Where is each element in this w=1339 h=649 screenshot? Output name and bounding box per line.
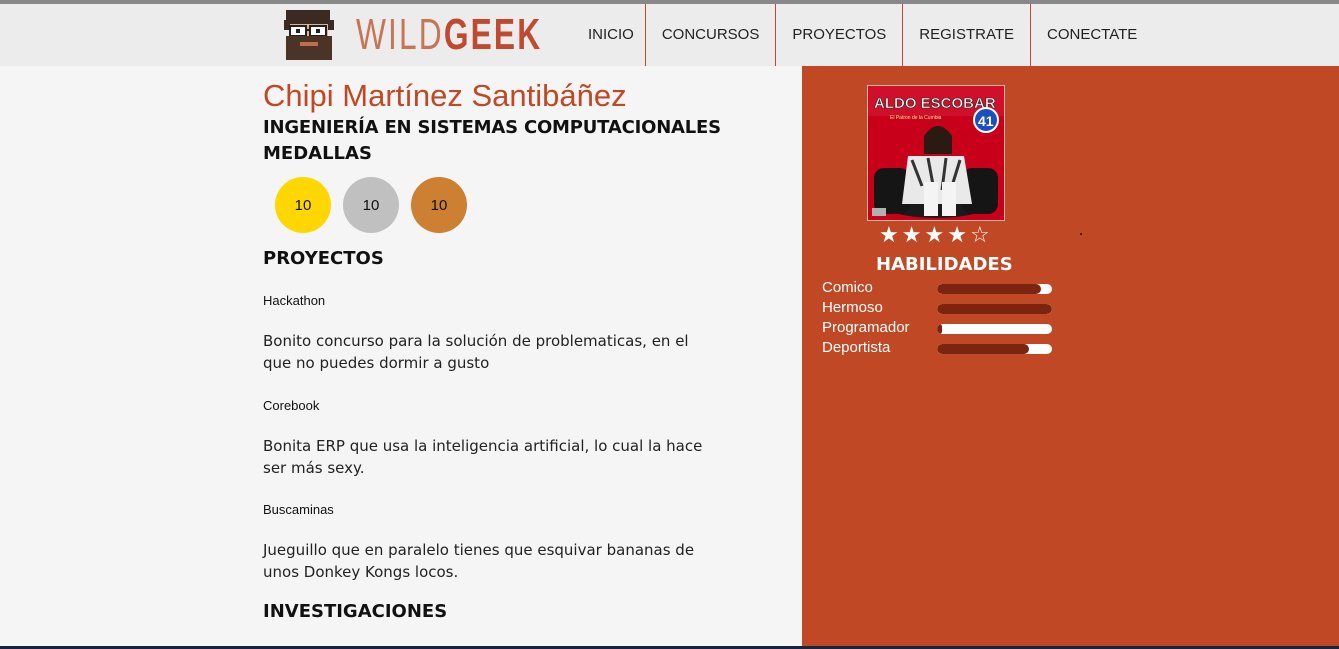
skill-row: Hermoso — [822, 299, 1062, 319]
nav-concursos[interactable]: CONCURSOS — [644, 4, 776, 66]
skill-bar — [937, 284, 1052, 294]
profile-career: INGENIERÍA EN SISTEMAS COMPUTACIONALES — [263, 117, 721, 138]
star-empty-icon[interactable]: ☆ — [970, 223, 990, 249]
star-filled-icon[interactable]: ★ — [947, 223, 967, 249]
geek-face-icon[interactable] — [280, 6, 338, 64]
skill-bar-fill — [937, 324, 942, 334]
skill-row: Comico — [822, 279, 1062, 299]
album-number: 41 — [978, 113, 994, 129]
skill-bar-fill — [937, 284, 1041, 294]
skill-bar — [937, 304, 1052, 314]
album-cover-image: ALDO ESCOBAR El Patron de la Cumbia 41 — [868, 86, 1004, 220]
bronze-medal: 10 — [411, 177, 467, 233]
album-title: ALDO ESCOBAR — [874, 95, 996, 112]
project-title-buscaminas[interactable]: Buscaminas — [263, 502, 334, 517]
logo-geek: GEEK — [443, 10, 543, 59]
skill-label: Deportista — [822, 339, 891, 356]
research-heading: INVESTIGACIONES — [263, 601, 448, 622]
project-title-hackathon[interactable]: Hackathon — [263, 293, 325, 308]
star-filled-icon[interactable]: ★ — [902, 223, 922, 249]
skill-label: Comico — [822, 279, 873, 296]
album-subtitle: El Patron de la Cumbia — [890, 115, 942, 121]
silver-medal: 10 — [343, 177, 399, 233]
star-filled-icon[interactable]: ★ — [879, 223, 899, 249]
nav-proyectos[interactable]: PROYECTOS — [775, 4, 902, 66]
project-desc-hackathon: Bonito concurso para la solución de prob… — [263, 332, 689, 372]
skill-bar — [937, 324, 1052, 334]
main-nav: INICIO CONCURSOS PROYECTOS REGISTRATE CO… — [578, 4, 1153, 66]
project-desc-corebook: Bonita ERP que usa la inteligencia artif… — [263, 437, 703, 477]
project-title-corebook[interactable]: Corebook — [263, 398, 319, 413]
nav-conectate[interactable]: CONECTATE — [1030, 4, 1153, 66]
nav-inicio[interactable]: INICIO — [578, 4, 645, 66]
profile-avatar[interactable]: ALDO ESCOBAR El Patron de la Cumbia 41 — [867, 85, 1005, 221]
profile-name: Chipi Martínez Santibáñez — [263, 78, 627, 113]
skills-heading: HABILIDADES — [876, 254, 1013, 275]
skill-bar-fill — [937, 304, 1052, 314]
projects-heading: PROYECTOS — [263, 248, 384, 269]
logo-wild: WILD — [356, 10, 444, 59]
stray-dot — [1080, 233, 1082, 235]
logo[interactable]: WILDGEEK — [356, 10, 542, 60]
skill-bar — [937, 344, 1052, 354]
project-desc-buscaminas: Jueguillo que en paralelo tienes que esq… — [263, 541, 695, 581]
medals-heading: MEDALLAS — [263, 143, 372, 164]
skill-row: Deportista — [822, 339, 1062, 359]
header: WILDGEEK INICIO CONCURSOS PROYECTOS REGI… — [0, 4, 1339, 66]
skill-row: Programador — [822, 319, 1062, 339]
nav-registrate[interactable]: REGISTRATE — [902, 4, 1030, 66]
star-filled-icon[interactable]: ★ — [924, 223, 944, 249]
skill-bar-fill — [937, 344, 1029, 354]
skill-label: Hermoso — [822, 299, 883, 316]
rating-stars: ★ ★ ★ ★ ☆ — [879, 223, 990, 249]
gold-medal: 10 — [275, 177, 331, 233]
skill-label: Programador — [822, 319, 910, 336]
